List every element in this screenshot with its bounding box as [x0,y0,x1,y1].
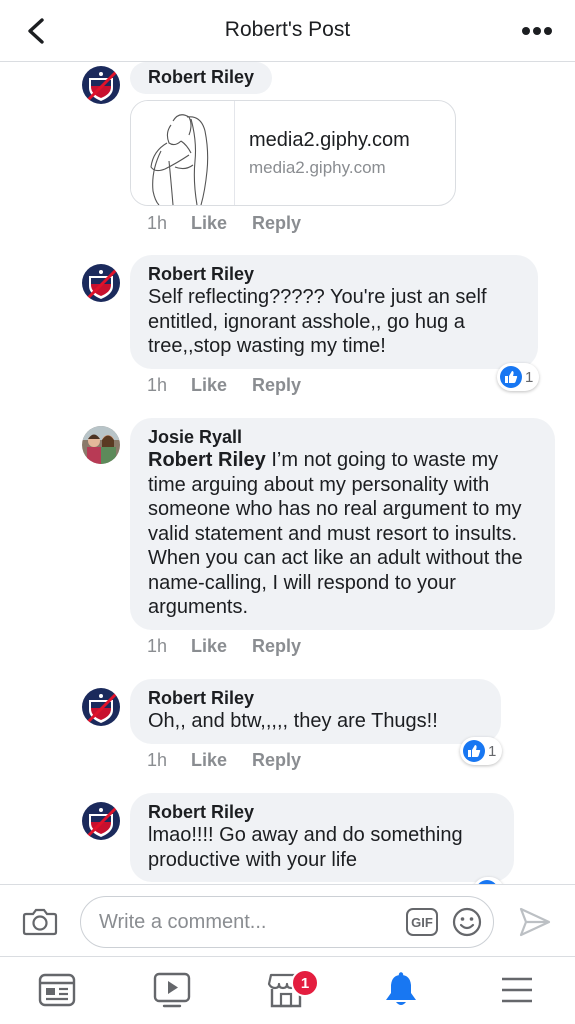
comment-text: Robert Riley I’m not going to waste my t… [148,448,537,620]
reaction-count[interactable]: 1 [497,363,540,391]
comment-text: Oh,, and btw,,,,, they are Thugs!! [148,710,438,732]
link-title: media2.giphy.com [249,129,410,151]
send-icon[interactable] [518,906,552,938]
comment-body: I’m not going to waste my time arguing a… [148,449,523,618]
comment-feed[interactable]: Robert Riley media2.giphy.com media2.gip… [0,62,575,884]
link-domain: media2.giphy.com [249,158,386,177]
gif-icon[interactable]: GIF [406,908,438,936]
comment-bubble: Robert Riley lmao!!!! Go away and do som… [130,793,514,882]
like-button[interactable]: Like [191,213,252,234]
notifications-bell-icon[interactable] [378,967,424,1013]
comment-text: Self reflecting????? You're just an self… [148,286,487,357]
comment-author[interactable]: Robert Riley [148,688,483,709]
comment-actions: 1h Like Reply [147,375,301,396]
gif-thumbnail [131,101,235,205]
comment-author[interactable]: Robert Riley [148,264,520,285]
comment-author[interactable]: Robert Riley [148,802,496,823]
comment-actions: 1h Like Reply [147,750,301,771]
reaction-number: 1 [488,742,497,760]
comment-author[interactable]: Robert Riley [148,67,254,88]
more-dots-icon[interactable] [519,16,555,46]
avatar[interactable] [82,264,120,302]
comment-composer: Write a comment... GIF [0,884,575,956]
comment-bubble: Robert Riley Oh,, and btw,,,,, they are … [130,679,501,744]
comment-time: 1h [147,375,168,395]
page-title: Robert's Post [224,18,351,41]
comment-bubble: Robert Riley [130,62,273,94]
mention-link[interactable]: Robert Riley [148,449,266,471]
comment-input[interactable]: Write a comment... GIF [80,896,494,948]
camera-icon[interactable] [22,906,58,936]
notification-badge: 1 [291,969,319,997]
reaction-number: 1 [525,368,534,386]
comment-author[interactable]: Josie Ryall [148,427,537,448]
avatar[interactable] [82,426,120,464]
comment-bubble: Josie Ryall Robert Riley I’m not going t… [130,418,555,630]
news-feed-icon[interactable] [34,967,80,1013]
comment-time: 1h [147,213,168,233]
thumbs-up-icon [463,740,485,762]
comment-actions: 1h Like Reply [147,213,301,234]
reply-button[interactable]: Reply [252,750,301,771]
reply-button[interactable]: Reply [252,375,301,396]
link-preview-card[interactable]: media2.giphy.com media2.giphy.com [130,100,456,206]
like-button[interactable]: Like [191,375,252,396]
menu-hamburger-icon[interactable] [494,967,540,1013]
bottom-tab-bar: 1 [0,956,575,1024]
comment-time: 1h [147,636,168,656]
comment-actions: 1h Like Reply [147,636,301,657]
reaction-count[interactable]: 1 [460,737,503,765]
reply-button[interactable]: Reply [252,636,301,657]
thumbs-up-icon [500,366,522,388]
like-button[interactable]: Like [191,750,252,771]
reply-button[interactable]: Reply [252,213,301,234]
watch-video-icon[interactable] [149,967,195,1013]
avatar[interactable] [82,688,120,726]
comment-time: 1h [147,750,168,770]
comment-text: lmao!!!! Go away and do something produc… [148,824,463,871]
comment-bubble: Robert Riley Self reflecting????? You're… [130,255,538,369]
emoji-icon[interactable] [451,906,483,938]
avatar[interactable] [82,66,120,104]
avatar[interactable] [82,802,120,840]
input-placeholder: Write a comment... [99,911,267,933]
like-button[interactable]: Like [191,636,252,657]
top-bar: Robert's Post [0,0,575,62]
